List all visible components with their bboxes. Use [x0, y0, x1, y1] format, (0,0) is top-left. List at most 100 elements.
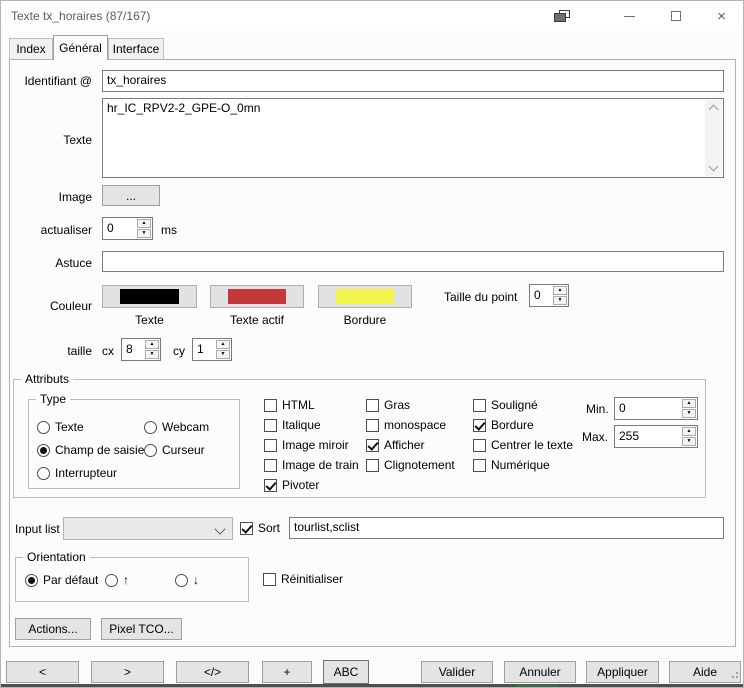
spin-down-icon[interactable]: ▼: [216, 350, 230, 359]
checkbox-pivoter[interactable]: Pivoter: [264, 478, 319, 492]
cy-spinner[interactable]: 1 ▲▼: [192, 338, 232, 361]
checkbox-bordure[interactable]: Bordure: [473, 418, 534, 432]
checkbox-souligne-label: Souligné: [491, 398, 538, 412]
checkbox-image-de-train[interactable]: Image de train: [264, 458, 359, 472]
aide-button[interactable]: Aide: [669, 661, 741, 683]
spin-down-icon[interactable]: ▼: [682, 437, 696, 446]
appliquer-button-label: Appliquer: [597, 665, 648, 679]
resize-grip[interactable]: [736, 676, 738, 678]
tab-index[interactable]: Index: [9, 38, 53, 59]
tab-interface[interactable]: Interface: [108, 38, 164, 59]
checkbox-sort[interactable]: Sort: [240, 521, 280, 535]
annuler-button[interactable]: Annuler: [504, 661, 576, 683]
nav-prev-label: <: [39, 665, 46, 679]
checkbox-clignotement-label: Clignotement: [384, 458, 455, 472]
texte-label: Texte: [11, 133, 92, 147]
spin-down-icon[interactable]: ▼: [682, 409, 696, 418]
abc-button[interactable]: ABC: [323, 660, 369, 684]
orientation-group-title: Orientation: [23, 550, 90, 564]
checkbox-pivoter-label: Pivoter: [282, 478, 319, 492]
title-bar: Texte tx_horaires (87/167) ×: [1, 1, 743, 31]
checkbox-gras[interactable]: Gras: [366, 398, 410, 412]
astuce-input[interactable]: [102, 251, 724, 272]
radio-orientation-par-defaut[interactable]: Par défaut: [25, 573, 98, 587]
scroll-down-icon[interactable]: [709, 162, 719, 172]
min-spinner[interactable]: 0 ▲▼: [614, 397, 698, 420]
pixel-tco-button-label: Pixel TCO...: [109, 622, 173, 636]
spin-up-icon[interactable]: ▲: [216, 340, 230, 349]
checkbox-reinitialiser[interactable]: Réinitialiser: [263, 572, 343, 586]
aide-button-label: Aide: [693, 665, 717, 679]
checkbox-icon: [263, 573, 276, 586]
nav-next-button[interactable]: >: [91, 661, 164, 683]
actualiser-value: 0: [103, 218, 137, 239]
spin-up-icon[interactable]: ▲: [137, 219, 151, 228]
astuce-label: Astuce: [11, 256, 92, 270]
texte-scrollbar[interactable]: [705, 100, 722, 176]
checkbox-centrer-le-texte[interactable]: Centrer le texte: [473, 438, 573, 452]
spin-up-icon[interactable]: ▲: [682, 427, 696, 436]
spin-up-icon[interactable]: ▲: [682, 399, 696, 408]
checkbox-monospace[interactable]: monospace: [366, 418, 446, 432]
checkbox-souligne[interactable]: Souligné: [473, 398, 538, 412]
minimize-button[interactable]: [607, 1, 652, 31]
spin-up-icon[interactable]: ▲: [553, 286, 567, 295]
cascade-windows-icon[interactable]: [554, 10, 572, 23]
checkbox-html-label: HTML: [282, 398, 315, 412]
checkbox-reinitialiser-label: Réinitialiser: [281, 572, 343, 586]
actions-button-label: Actions...: [28, 622, 77, 636]
maximize-icon: [671, 11, 681, 21]
image-browse-button[interactable]: ...: [102, 185, 160, 206]
radio-orientation-down[interactable]: ↓: [175, 573, 199, 587]
spin-down-icon[interactable]: ▼: [137, 229, 151, 238]
texte-color-button[interactable]: [102, 285, 197, 308]
spin-down-icon[interactable]: ▼: [145, 350, 159, 359]
checkbox-numerique[interactable]: Numérique: [473, 458, 550, 472]
close-button[interactable]: ×: [699, 1, 744, 31]
radio-type-champ-de-saisie-label: Champ de saisie: [55, 443, 144, 457]
actions-button[interactable]: Actions...: [15, 618, 91, 640]
nav-prev-button[interactable]: <: [6, 661, 79, 683]
identifiant-input[interactable]: tx_horaires: [102, 70, 724, 92]
radio-type-curseur-label: Curseur: [162, 443, 205, 457]
radio-type-curseur[interactable]: Curseur: [144, 443, 205, 457]
radio-orientation-up[interactable]: ↑: [105, 573, 129, 587]
checkbox-html[interactable]: HTML: [264, 398, 315, 412]
max-value: 255: [615, 426, 682, 447]
radio-type-texte[interactable]: Texte: [37, 420, 84, 434]
tab-index-label: Index: [16, 42, 45, 56]
code-button[interactable]: </>: [176, 661, 249, 683]
bordure-color-button[interactable]: [318, 285, 412, 308]
radio-type-interrupteur[interactable]: Interrupteur: [37, 466, 117, 480]
checkbox-centrer-le-texte-label: Centrer le texte: [491, 438, 573, 452]
scroll-up-icon[interactable]: [709, 105, 719, 115]
radio-type-champ-de-saisie[interactable]: Champ de saisie: [37, 443, 144, 457]
pixel-tco-button[interactable]: Pixel TCO...: [101, 618, 182, 640]
cx-spinner[interactable]: 8 ▲▼: [121, 338, 161, 361]
texte-textarea[interactable]: hr_IC_RPV2-2_GPE-O_0mn: [102, 98, 724, 178]
radio-type-webcam[interactable]: Webcam: [144, 420, 209, 434]
actualiser-spinner[interactable]: 0 ▲▼: [102, 217, 153, 240]
attributs-group-title: Attributs: [21, 372, 73, 386]
spin-up-icon[interactable]: ▲: [145, 340, 159, 349]
tab-general-label: Général: [59, 41, 102, 55]
arrow-down-icon: ↓: [193, 573, 199, 587]
radio-icon: [105, 574, 118, 587]
maximize-button[interactable]: [653, 1, 698, 31]
appliquer-button[interactable]: Appliquer: [586, 661, 659, 683]
arrow-up-icon: ↑: [123, 573, 129, 587]
valider-button[interactable]: Valider: [421, 661, 493, 683]
checkbox-clignotement[interactable]: Clignotement: [366, 458, 455, 472]
input-list-input[interactable]: tourlist,sclist: [289, 517, 724, 539]
checkbox-afficher[interactable]: Afficher: [366, 438, 424, 452]
input-list-dropdown[interactable]: [63, 517, 233, 540]
tab-general[interactable]: Général: [53, 35, 108, 60]
spin-down-icon[interactable]: ▼: [553, 296, 567, 305]
add-button[interactable]: +: [262, 661, 312, 683]
checkbox-image-miroir[interactable]: Image miroir: [264, 438, 349, 452]
texte-actif-color-button[interactable]: [210, 285, 304, 308]
image-label: Image: [11, 190, 92, 204]
taille-du-point-spinner[interactable]: 0 ▲▼: [529, 284, 569, 307]
max-spinner[interactable]: 255 ▲▼: [614, 425, 698, 448]
checkbox-italique[interactable]: Italique: [264, 418, 321, 432]
